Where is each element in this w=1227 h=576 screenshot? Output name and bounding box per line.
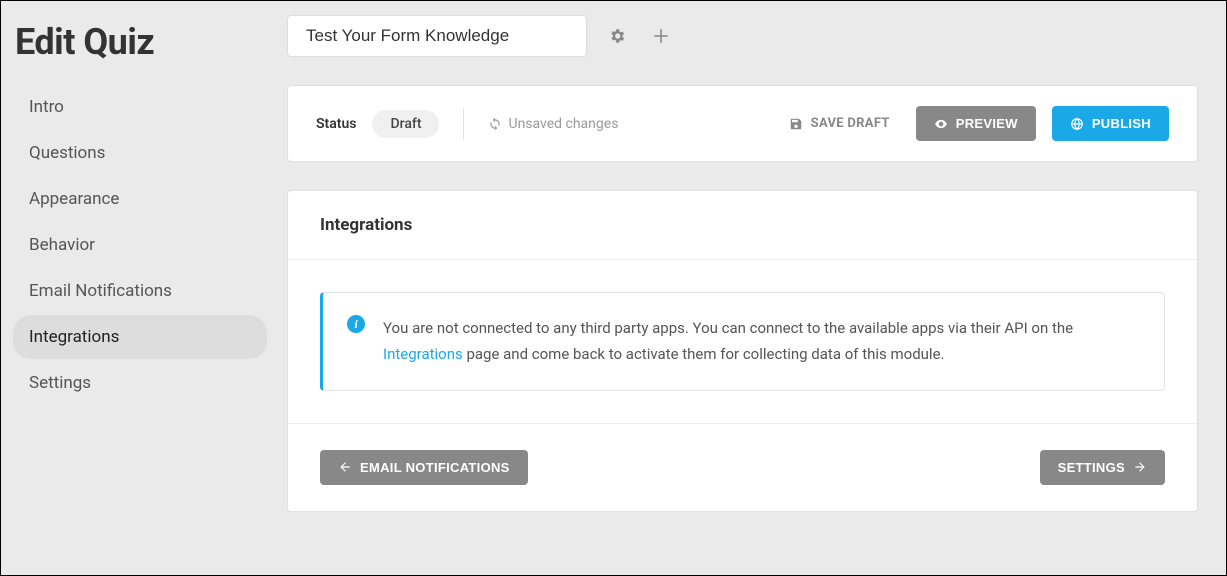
publish-button[interactable]: PUBLISH [1052, 106, 1169, 141]
unsaved-changes-text: Unsaved changes [508, 116, 618, 132]
next-step-button[interactable]: SETTINGS [1040, 450, 1165, 485]
refresh-icon [488, 117, 502, 131]
settings-gear-button[interactable] [603, 22, 631, 50]
preview-button[interactable]: PREVIEW [916, 106, 1036, 141]
integrations-link[interactable]: Integrations [383, 345, 463, 363]
panel-body: i You are not connected to any third par… [288, 260, 1197, 424]
panel-title: Integrations [288, 191, 1197, 260]
globe-icon [1070, 117, 1084, 131]
page-title: Edit Quiz [5, 15, 267, 85]
prev-step-button[interactable]: EMAIL NOTIFICATIONS [320, 450, 528, 485]
notice-text-before: You are not connected to any third party… [383, 319, 1073, 337]
status-label: Status [316, 116, 356, 132]
panel-footer: EMAIL NOTIFICATIONS SETTINGS [288, 424, 1197, 511]
unsaved-changes-indicator: Unsaved changes [488, 116, 618, 132]
info-icon: i [347, 315, 365, 333]
notice-text: You are not connected to any third party… [383, 315, 1140, 368]
sidebar-item-settings[interactable]: Settings [13, 361, 267, 405]
sidebar-item-email-notifications[interactable]: Email Notifications [13, 269, 267, 313]
preview-label: PREVIEW [956, 116, 1018, 131]
save-draft-button[interactable]: SAVE DRAFT [779, 108, 900, 139]
eye-icon [934, 117, 948, 131]
sidebar-item-appearance[interactable]: Appearance [13, 177, 267, 221]
sidebar-item-intro[interactable]: Intro [13, 85, 267, 129]
add-button[interactable] [647, 22, 675, 50]
save-draft-label: SAVE DRAFT [811, 116, 890, 131]
publish-label: PUBLISH [1092, 116, 1151, 131]
info-notice: i You are not connected to any third par… [320, 292, 1165, 391]
main-content: Status Draft Unsaved changes SAVE DRAFT … [281, 1, 1226, 575]
gear-icon [608, 27, 626, 45]
notice-text-after: page and come back to activate them for … [463, 345, 945, 363]
arrow-left-icon [338, 460, 352, 474]
sidebar: Edit Quiz Intro Questions Appearance Beh… [1, 1, 281, 575]
status-badge: Draft [372, 110, 439, 138]
status-bar: Status Draft Unsaved changes SAVE DRAFT … [287, 85, 1198, 162]
topbar [287, 15, 1198, 57]
sidebar-item-questions[interactable]: Questions [13, 131, 267, 175]
next-step-label: SETTINGS [1058, 460, 1125, 475]
integrations-panel: Integrations i You are not connected to … [287, 190, 1198, 512]
sidebar-item-behavior[interactable]: Behavior [13, 223, 267, 267]
sidebar-nav: Intro Questions Appearance Behavior Emai… [5, 85, 267, 405]
plus-icon [652, 27, 670, 45]
sidebar-item-integrations[interactable]: Integrations [13, 315, 267, 359]
save-icon [789, 117, 803, 131]
quiz-title-input[interactable] [287, 15, 587, 57]
prev-step-label: EMAIL NOTIFICATIONS [360, 460, 510, 475]
arrow-right-icon [1133, 460, 1147, 474]
divider [463, 108, 464, 140]
